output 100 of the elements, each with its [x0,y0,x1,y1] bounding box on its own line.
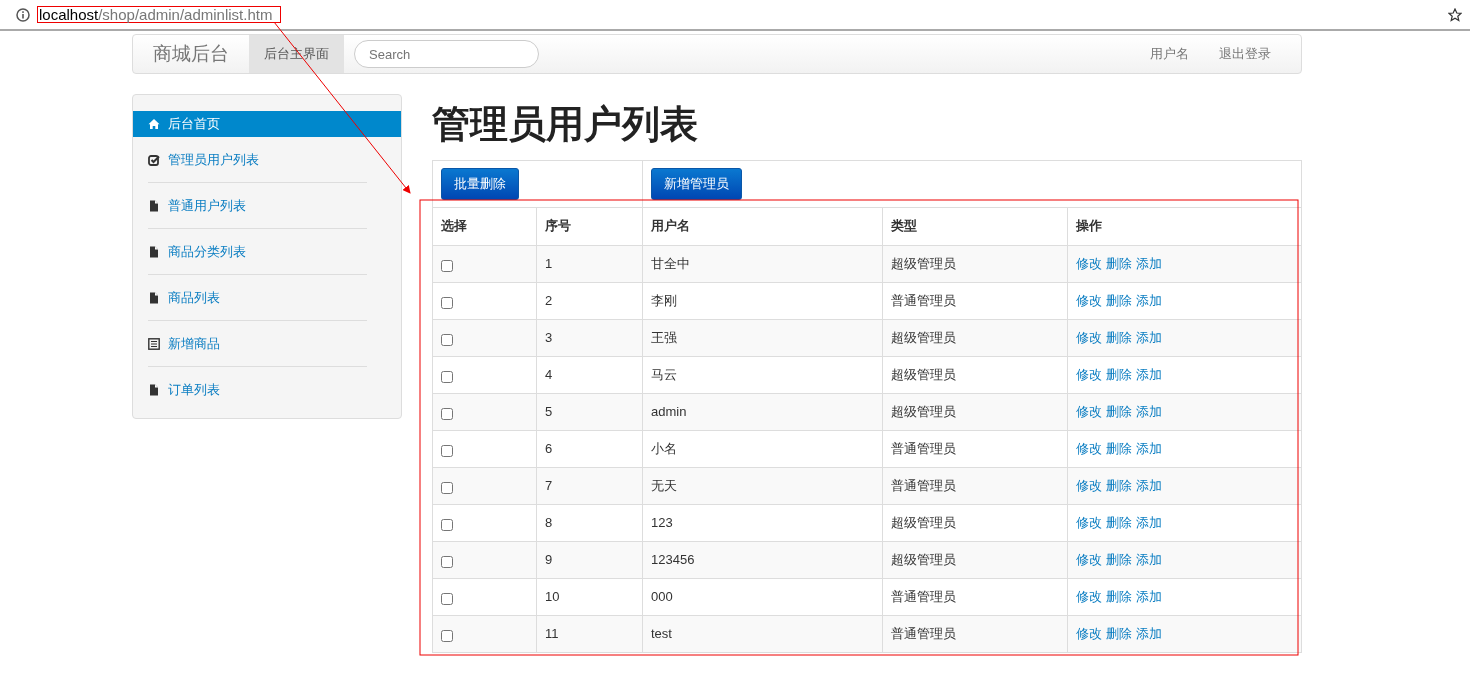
action-link[interactable]: 添加 [1136,587,1162,606]
table-cell: 1 [536,245,643,283]
table-cell: 无天 [642,467,883,505]
action-link[interactable]: 删除 [1106,513,1132,532]
table-cell: 普通管理员 [882,615,1068,653]
file-icon [148,383,160,396]
column-header: 选择 [432,207,537,246]
table-cell: 普通管理员 [882,282,1068,320]
row-checkbox[interactable] [441,593,453,606]
action-link[interactable]: 添加 [1136,365,1162,384]
action-link[interactable]: 修改 [1076,476,1102,495]
nav-link[interactable]: 退出登录 [1219,45,1271,63]
table-cell: 李刚 [642,282,883,320]
action-link[interactable]: 删除 [1106,365,1132,384]
action-link[interactable]: 修改 [1076,550,1102,569]
column-header: 操作 [1067,207,1302,246]
star-icon[interactable] [1448,7,1462,22]
checkbox-icon [148,153,160,166]
sidebar-item[interactable]: 商品分类列表 [148,228,367,274]
table-cell: 超级管理员 [882,319,1068,357]
table-cell: 2 [536,282,643,320]
action-link[interactable]: 删除 [1106,328,1132,347]
action-link[interactable]: 添加 [1136,550,1162,569]
table-cell: 普通管理员 [882,430,1068,468]
sidebar-item[interactable]: 订单列表 [148,366,367,412]
row-checkbox[interactable] [441,334,453,347]
action-link[interactable]: 删除 [1106,254,1132,273]
table-cell: 超级管理员 [882,504,1068,542]
page-title: 管理员用户列表 [432,102,699,147]
action-link[interactable]: 删除 [1106,476,1132,495]
action-link[interactable]: 修改 [1076,365,1102,384]
action-link[interactable]: 修改 [1076,624,1102,643]
table-cell: 6 [536,430,643,468]
add-admin-button[interactable]: 新增管理员 [651,167,742,200]
batch-delete-button[interactable]: 批量删除 [441,167,519,200]
table-cell: test [642,615,883,653]
action-link[interactable]: 删除 [1106,439,1132,458]
action-link[interactable]: 添加 [1136,476,1162,495]
list-icon [148,337,160,350]
action-link[interactable]: 删除 [1106,402,1132,421]
row-checkbox[interactable] [441,482,453,495]
table-cell: 小名 [642,430,883,468]
row-checkbox[interactable] [441,260,453,273]
home-icon [148,118,160,130]
sidebar-item[interactable]: 管理员用户列表 [148,137,367,182]
action-link[interactable]: 添加 [1136,513,1162,532]
row-checkbox[interactable] [441,630,453,643]
table-cell: 5 [536,393,643,431]
row-checkbox[interactable] [441,519,453,532]
row-checkbox[interactable] [441,371,453,384]
action-link[interactable]: 修改 [1076,254,1102,273]
action-link[interactable]: 修改 [1076,439,1102,458]
column-header: 序号 [536,207,643,246]
action-link[interactable]: 删除 [1106,624,1132,643]
sidebar-item[interactable]: 后台首页 [133,111,401,137]
table-cell: 000 [642,578,883,616]
table-cell: 超级管理员 [882,356,1068,394]
table-cell: 普通管理员 [882,467,1068,505]
table-cell: admin [642,393,883,431]
file-icon [148,245,160,258]
sidebar-item[interactable]: 商品列表 [148,274,367,320]
action-link[interactable]: 修改 [1076,402,1102,421]
action-link[interactable]: 添加 [1136,402,1162,421]
column-header: 类型 [882,207,1068,246]
table-cell: 超级管理员 [882,541,1068,579]
action-link[interactable]: 删除 [1106,550,1132,569]
table-cell: 马云 [642,356,883,394]
table-cell: 4 [536,356,643,394]
search-field[interactable]: Search [354,40,539,68]
action-link[interactable]: 删除 [1106,291,1132,310]
row-checkbox[interactable] [441,556,453,569]
action-link[interactable]: 添加 [1136,291,1162,310]
table-cell: 8 [536,504,643,542]
action-link[interactable]: 修改 [1076,513,1102,532]
sidebar-item[interactable]: 普通用户列表 [148,182,367,228]
nav-link[interactable]: 用户名 [1150,45,1189,63]
table-cell: 123456 [642,541,883,579]
row-checkbox[interactable] [441,297,453,310]
table-cell: 超级管理员 [882,393,1068,431]
action-link[interactable]: 修改 [1076,328,1102,347]
table-cell: 7 [536,467,643,505]
action-link[interactable]: 添加 [1136,254,1162,273]
url-text: localhost/shop/admin/adminlist.htm [37,6,282,23]
table-cell: 超级管理员 [882,245,1068,283]
action-link[interactable]: 添加 [1136,624,1162,643]
row-checkbox[interactable] [441,445,453,458]
action-link[interactable]: 添加 [1136,328,1162,347]
action-link[interactable]: 修改 [1076,291,1102,310]
column-header: 用户名 [642,207,883,246]
row-checkbox[interactable] [441,408,453,421]
info-icon[interactable] [16,7,30,22]
sidebar-item[interactable]: 新增商品 [148,320,367,366]
table-cell: 9 [536,541,643,579]
brand-link[interactable]: 商城后台 [133,41,249,67]
action-link[interactable]: 添加 [1136,439,1162,458]
table-cell: 3 [536,319,643,357]
action-link[interactable]: 修改 [1076,587,1102,606]
table-cell: 普通管理员 [882,578,1068,616]
file-icon [148,291,160,304]
action-link[interactable]: 删除 [1106,587,1132,606]
